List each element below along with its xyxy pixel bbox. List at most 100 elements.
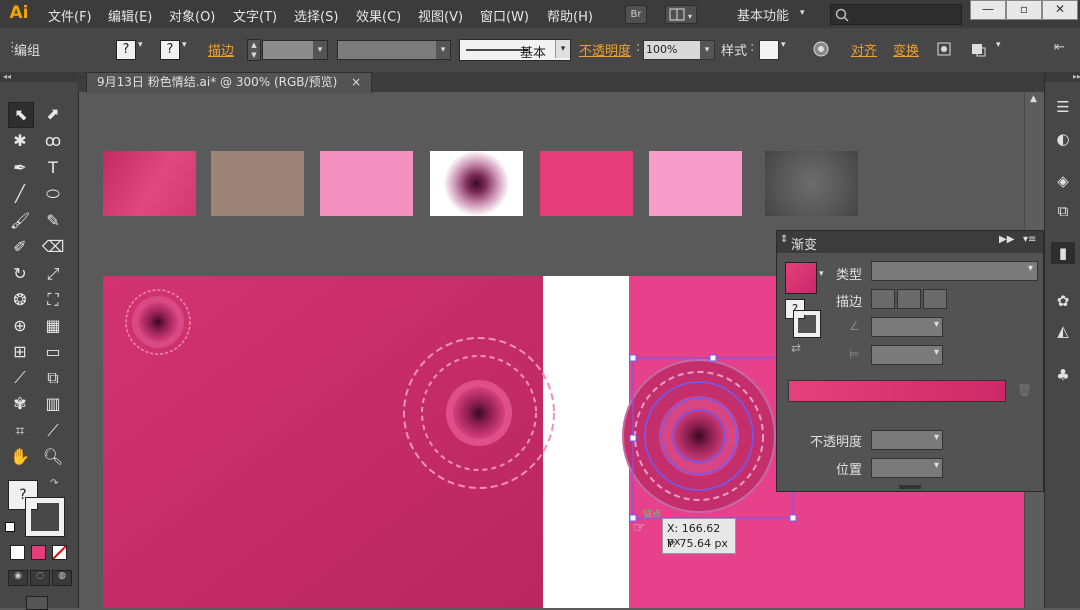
chevron-down-icon[interactable]: ▾ [138, 40, 143, 50]
draw-inside-icon[interactable]: ◍ [52, 570, 72, 586]
hand-tool-icon[interactable]: ✋ [8, 445, 32, 469]
chevron-down-icon[interactable]: ▾ [182, 40, 187, 50]
artboards-panel-icon[interactable]: ⧉ [1051, 200, 1075, 222]
selection-tool-icon[interactable]: ⬉ [8, 102, 34, 128]
draw-behind-icon[interactable]: ◌ [30, 570, 50, 586]
bridge-button[interactable]: Br [625, 5, 647, 24]
aspect-ratio-field[interactable]: ▾ [871, 345, 943, 365]
gradient-type-dropdown[interactable]: ▾ [871, 261, 1038, 281]
delete-stop-icon[interactable]: 🗑︎ [1017, 383, 1032, 397]
gradient-panel-icon[interactable]: ▮ [1051, 242, 1075, 264]
stroke-weight-field[interactable]: ▾ [262, 40, 328, 60]
draw-normal-icon[interactable]: ◉ [8, 570, 28, 586]
panel-menu-icon[interactable]: ▾≡ [1023, 234, 1036, 245]
stroke-indicator[interactable] [793, 310, 821, 338]
color-mode-icon[interactable] [10, 545, 25, 560]
artboard-tool-icon[interactable]: ⌗ [8, 419, 32, 443]
isolate-group-icon[interactable] [935, 40, 953, 58]
pale-pink-swatch[interactable] [649, 151, 742, 216]
taupe-swatch[interactable] [211, 151, 304, 216]
brushes-panel-icon[interactable]: ◭ [1051, 320, 1075, 342]
align-panel-link[interactable]: 对齐 [851, 40, 877, 59]
stroke-panel-link[interactable]: 描边 [208, 40, 234, 59]
menu-type[interactable]: 文字(T) [233, 6, 277, 25]
ellipse-tool-icon[interactable]: ⬭ [41, 182, 65, 206]
color-guide-icon[interactable]: ◐ [1051, 128, 1075, 150]
variable-width-dropdown[interactable]: ▾ [337, 40, 451, 60]
reverse-gradient-icon[interactable]: ⇄ [791, 341, 801, 355]
free-transform-tool-icon[interactable]: ⛶ [41, 288, 65, 312]
perspective-grid-tool-icon[interactable]: ▦ [41, 314, 65, 338]
close-tab-icon[interactable]: × [351, 75, 361, 89]
menu-file[interactable]: 文件(F) [48, 6, 92, 25]
opacity-input[interactable]: 100% ▾ [643, 40, 715, 60]
scroll-up-icon[interactable]: ▲ [1030, 94, 1037, 104]
gradient-tool-icon[interactable]: ▭ [41, 340, 65, 364]
shape-builder-tool-icon[interactable]: ⊕ [8, 314, 32, 338]
color-panel-icon[interactable]: ☰ [1051, 96, 1075, 118]
chevron-down-icon[interactable]: ▾ [996, 40, 1001, 50]
menu-object[interactable]: 对象(O) [169, 6, 215, 25]
hot-pink-swatch[interactable] [540, 151, 633, 216]
rotate-tool-icon[interactable]: ↻ [8, 262, 32, 286]
paintbrush-tool-icon[interactable]: 🖌 [8, 209, 32, 233]
lasso-tool-icon[interactable]: ꝏ [41, 129, 65, 153]
menu-effect[interactable]: 效果(C) [356, 6, 401, 25]
gray-radial-swatch[interactable] [765, 151, 858, 216]
panel-resize-grip[interactable] [899, 485, 921, 489]
collapse-arrows-icon[interactable]: ⇕ [780, 234, 788, 245]
magic-wand-tool-icon[interactable]: ✱ [8, 129, 32, 153]
collapse-toolbar-icon[interactable]: ◂◂ [0, 72, 81, 82]
menu-help[interactable]: 帮助(H) [547, 6, 593, 25]
blob-brush-tool-icon[interactable]: ✐ [8, 235, 32, 259]
search-input[interactable] [830, 4, 962, 25]
eyedropper-tool-icon[interactable]: ⟋ [8, 366, 32, 390]
warp-tool-icon[interactable]: ❂ [8, 288, 32, 312]
column-graph-tool-icon[interactable]: ▥ [41, 392, 65, 416]
radial-dark-swatch[interactable] [430, 151, 523, 216]
symbol-sprayer-tool-icon[interactable]: ✾ [8, 392, 32, 416]
layers-panel-icon[interactable]: ◈ [1051, 170, 1075, 192]
graphic-style-box[interactable] [759, 40, 779, 60]
menu-window[interactable]: 窗口(W) [480, 6, 529, 25]
gradient-mode-icon[interactable] [31, 545, 46, 560]
menu-select[interactable]: 选择(S) [294, 6, 338, 25]
stop-position-field[interactable]: ▾ [871, 458, 943, 478]
swatches-panel-icon[interactable]: ✿ [1051, 290, 1075, 312]
gradient-preview-swatch[interactable] [785, 262, 817, 294]
default-colors-icon[interactable] [5, 522, 15, 532]
opacity-panel-link[interactable]: 不透明度 [579, 40, 631, 59]
direct-selection-tool-icon[interactable]: ⬈ [41, 102, 65, 126]
stroke-gradient-across-button[interactable] [923, 289, 947, 309]
stroke-gradient-along-button[interactable] [897, 289, 921, 309]
expand-panel-icon[interactable]: ▶▶ [999, 234, 1014, 245]
scale-tool-icon[interactable]: ⤢ [41, 262, 65, 286]
transform-panel-link[interactable]: 变换 [893, 40, 919, 59]
fill-color-box[interactable]: ? [116, 40, 136, 60]
maximize-button[interactable]: ▫ [1006, 0, 1042, 20]
stroke-color-box[interactable]: ? [160, 40, 180, 60]
none-mode-icon[interactable] [52, 545, 67, 560]
document-tab[interactable]: 9月13日 粉色情结.ai* @ 300% (RGB/预览) × [86, 72, 373, 93]
slice-tool-icon[interactable]: ⟋ [41, 419, 65, 443]
pencil-tool-icon[interactable]: ✎ [41, 209, 65, 233]
stroke-gradient-within-button[interactable] [871, 289, 895, 309]
stroke-weight-stepper[interactable]: ▲ ▼ [247, 39, 261, 61]
arrange-front-icon[interactable] [970, 40, 994, 58]
chevron-down-icon[interactable]: ▾ [819, 269, 824, 279]
line-tool-icon[interactable]: ╱ [8, 182, 32, 206]
stroke-swatch[interactable] [25, 497, 65, 537]
blend-tool-icon[interactable]: ⧉ [41, 366, 65, 390]
eraser-tool-icon[interactable]: ⌫ [41, 235, 65, 259]
angle-field[interactable]: ▾ [871, 317, 943, 337]
close-window-button[interactable]: ✕ [1042, 0, 1078, 20]
recolor-artwork-icon[interactable] [812, 40, 830, 58]
brush-dropdown[interactable]: 基本 ▾ [459, 39, 571, 61]
arrange-documents-button[interactable]: ▾ [665, 5, 697, 24]
chevron-down-icon[interactable]: ▾ [781, 40, 786, 50]
pink-gradient-swatch[interactable] [103, 151, 196, 216]
expand-dock-icon[interactable]: ▸▸ [1045, 72, 1080, 82]
swap-fill-stroke-icon[interactable]: ↷ [50, 478, 58, 489]
type-tool-icon[interactable]: T [41, 156, 65, 180]
menu-edit[interactable]: 编辑(E) [108, 6, 152, 25]
